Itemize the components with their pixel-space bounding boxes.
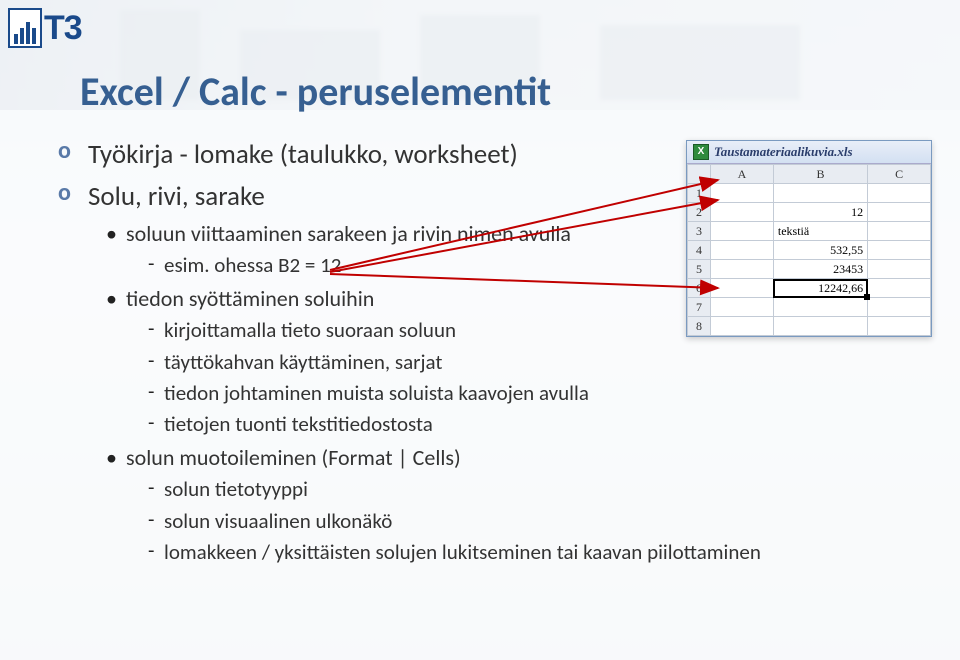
cell: 12242,66 [773, 279, 867, 298]
cell: 12 [773, 203, 867, 222]
corner-cell [688, 165, 711, 184]
cell [868, 279, 931, 298]
cell [868, 203, 931, 222]
row-header: 4 [688, 241, 711, 260]
cell [868, 260, 931, 279]
cell: tekstiä [773, 222, 867, 241]
cell [773, 298, 867, 317]
list-text: kirjoittamalla tieto suoraan soluun [164, 317, 456, 343]
cell [711, 279, 774, 298]
row-header: 1 [688, 184, 711, 203]
list-text: solun visuaalinen ulkonäkö [164, 508, 392, 534]
cell [773, 184, 867, 203]
list-item: solun muotoileminen (Format | Cells) sol… [106, 443, 920, 567]
cell [711, 222, 774, 241]
list-text: täyttökahvan käyttäminen, sarjat [164, 349, 442, 375]
list-text: soluun viittaaminen sarakeen ja rivin ni… [126, 220, 571, 247]
list-text: solun tietotyyppi [164, 476, 308, 502]
cell [773, 317, 867, 336]
cell [868, 222, 931, 241]
row-header: 7 [688, 298, 711, 317]
cell [868, 241, 931, 260]
list-text: esim. ohessa B2 = 12 [164, 252, 341, 278]
excel-titlebar: Taustamateriaalikuvia.xls [687, 141, 931, 164]
list-text: Solu, rivi, sarake [88, 180, 265, 213]
logo-icon [8, 8, 42, 48]
list-item: tiedon johtaminen muista soluista kaavoj… [148, 379, 920, 407]
col-header: B [773, 165, 867, 184]
list-item: tietojen tuonti tekstitiedostosta [148, 410, 920, 438]
list-item: solun visuaalinen ulkonäkö [148, 507, 920, 535]
list-text: solun muotoileminen (Format | Cells) [126, 444, 461, 471]
cell [711, 184, 774, 203]
logo-text: T3 [44, 11, 82, 45]
list-item: täyttökahvan käyttäminen, sarjat [148, 348, 920, 376]
col-header: C [868, 165, 931, 184]
cell [711, 241, 774, 260]
excel-title-text: Taustamateriaalikuvia.xls [714, 144, 853, 160]
cell [868, 317, 931, 336]
cell [868, 184, 931, 203]
cell: 532,55 [773, 241, 867, 260]
cell [711, 298, 774, 317]
col-header: A [711, 165, 774, 184]
slide-title: Excel / Calc - peruselementit [80, 70, 920, 114]
list-text: lomakkeen / yksittäisten solujen lukitse… [164, 539, 761, 565]
row-header: 8 [688, 317, 711, 336]
list-item: lomakkeen / yksittäisten solujen lukitse… [148, 538, 920, 566]
cell [711, 317, 774, 336]
logo: T3 [8, 8, 82, 48]
excel-grid: A B C 12123tekstiä4532,55523453612242,66… [687, 164, 931, 336]
list-text: tiedon johtaminen muista soluista kaavoj… [164, 380, 589, 406]
list-text: Työkirja - lomake (taulukko, worksheet) [88, 138, 518, 171]
cell: 23453 [773, 260, 867, 279]
row-header: 3 [688, 222, 711, 241]
list-text: tietojen tuonti tekstitiedostosta [164, 411, 433, 437]
row-header: 5 [688, 260, 711, 279]
cell [868, 298, 931, 317]
excel-icon [693, 144, 709, 160]
row-header: 6 [688, 279, 711, 298]
excel-widget: Taustamateriaalikuvia.xls A B C 12123tek… [686, 140, 932, 337]
list-text: tiedon syöttäminen soluihin [126, 285, 374, 312]
row-header: 2 [688, 203, 711, 222]
list-item: solun tietotyyppi [148, 475, 920, 503]
cell [711, 203, 774, 222]
cell [711, 260, 774, 279]
